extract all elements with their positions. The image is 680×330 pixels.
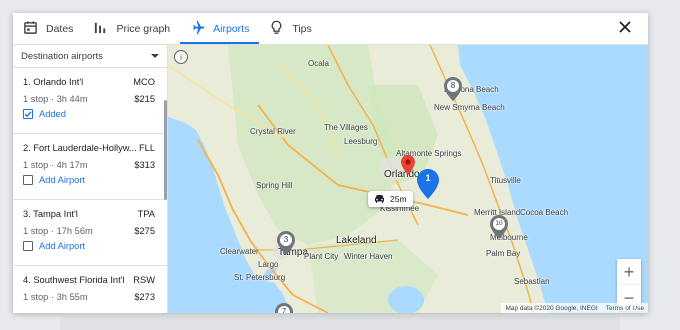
airport-code: MCO [133,77,155,87]
info-icon[interactable]: i [174,50,188,64]
airport-item[interactable]: 2. Fort Lauderdale-Hollyw... FLL 1 stop ·… [13,134,167,200]
airport-map[interactable]: i Ocala Daytona Beach New Smyrna Beach C… [168,45,648,313]
terms-of-use-link[interactable]: Terms of Use [606,305,644,312]
map-label-the-villages: The Villages [324,123,368,132]
airport-name: 3. Tampa Int'l [23,209,78,219]
airport-item[interactable]: 3. Tampa Int'l TPA 1 stop · 17h 56m $275 A… [13,200,167,266]
airplane-icon [190,20,205,38]
tab-label: Dates [46,22,74,35]
airport-item[interactable]: 4. Southwest Florida Int'l RSW 1 stop · 3… [13,266,167,313]
calendar-icon [23,20,38,38]
map-label-spring-hill: Spring Hill [256,181,293,190]
map-attribution: Map data ©2020 Google, INEGI Terms of Us… [501,303,648,313]
airport-details: 1 stop · 3h 44m [23,94,88,104]
airport-price: $275 [134,226,155,236]
add-airport-button[interactable]: Add Airport [23,241,85,251]
map-label-lakeland: Lakeland [336,235,377,246]
airport-pin-10[interactable]: 10 [490,215,508,239]
airport-added-toggle[interactable]: Added [23,109,66,119]
map-label-sebastian: Sebastian [514,277,550,286]
airport-name: 1. Orlando Int'l [23,77,84,87]
airport-action-label: Add Airport [39,175,85,185]
bar-chart-icon [93,20,108,38]
airport-price: $273 [134,292,155,302]
map-label-palm-bay: Palm Bay [486,249,521,258]
airport-item[interactable]: 1. Orlando Int'l MCO 1 stop · 3h 44m $215 … [13,68,167,134]
airport-pin-1[interactable]: 1 [417,169,439,199]
airport-pin-3[interactable]: 3 [277,231,295,255]
zoom-in-button[interactable]: + [617,259,641,285]
car-icon [374,194,385,205]
airports-dialog: Dates Price graph Airports Tips Destinat… [13,13,648,313]
drive-time-text: 25m [390,194,407,204]
map-label-winter-haven: Winter Haven [344,252,393,261]
dropdown-label: Destination airports [21,50,103,62]
map-label-cocoa-beach: Cocoa Beach [520,208,569,217]
map-data-credit: Map data ©2020 Google, INEGI [505,304,598,312]
tab-label: Tips [292,22,312,35]
airport-action-label: Added [39,109,66,119]
map-label-st-petersburg: St. Petersburg [234,273,286,282]
airport-code: TPA [137,209,155,219]
tab-label: Airports [213,22,250,35]
pin-number: 1 [425,173,431,183]
checkbox-icon[interactable] [23,175,33,185]
map-label-leesburg: Leesburg [344,137,378,146]
map-label-largo: Largo [258,260,279,269]
close-button[interactable] [615,19,635,39]
airport-name: 4. Southwest Florida Int'l [23,275,125,285]
tab-dates[interactable]: Dates [13,13,83,44]
airport-pin-8[interactable]: 8 [444,77,462,101]
airport-details: 1 stop · 17h 56m [23,226,93,236]
airport-code: RSW [133,275,155,285]
background-flight-row [60,316,620,330]
map-label-titusville: Titusville [490,176,521,185]
map-label-new-smyrna: New Smyrna Beach [434,103,505,112]
tab-airports[interactable]: Airports [180,13,260,44]
drive-time-badge: 25m [368,191,413,207]
airport-action-label: Add Airport [39,241,85,251]
airport-pin-7[interactable]: 7 [275,303,293,313]
airport-list-panel: Destination airports 1. Orlando Int'l MCO… [13,45,168,313]
airport-details: 1 stop · 4h 17m [23,160,88,170]
airport-price: $215 [134,94,155,104]
pin-number: 3 [283,235,289,244]
tab-label: Price graph [116,22,171,35]
map-label-plant-city: Plant City [304,252,339,261]
close-icon [619,20,631,38]
destination-airports-dropdown[interactable]: Destination airports [13,45,167,68]
map-label-clearwater: Clearwater [220,247,259,256]
tab-bar: Dates Price graph Airports Tips [13,13,648,44]
airport-code: FLL [138,143,155,153]
airport-price: $313 [134,160,155,170]
tab-tips[interactable]: Tips [259,13,321,44]
add-airport-button[interactable]: Add Airport [23,175,85,185]
pin-number: 8 [450,81,456,90]
checkbox-icon[interactable] [23,241,33,251]
sidebar-scrollbar[interactable] [164,100,167,200]
map-label-crystal-river: Crystal River [250,127,296,136]
checkbox-checked-icon[interactable] [23,109,33,119]
pin-number: 10 [495,220,503,227]
dropdown-arrow-icon [151,54,159,58]
airport-details: 1 stop · 3h 55m [23,292,88,302]
airport-name: 2. Fort Lauderdale-Hollyw... [23,143,137,153]
pin-number: 7 [281,307,287,313]
lightbulb-icon [269,20,284,38]
tab-price-graph[interactable]: Price graph [83,13,180,44]
map-label-ocala: Ocala [308,59,329,68]
